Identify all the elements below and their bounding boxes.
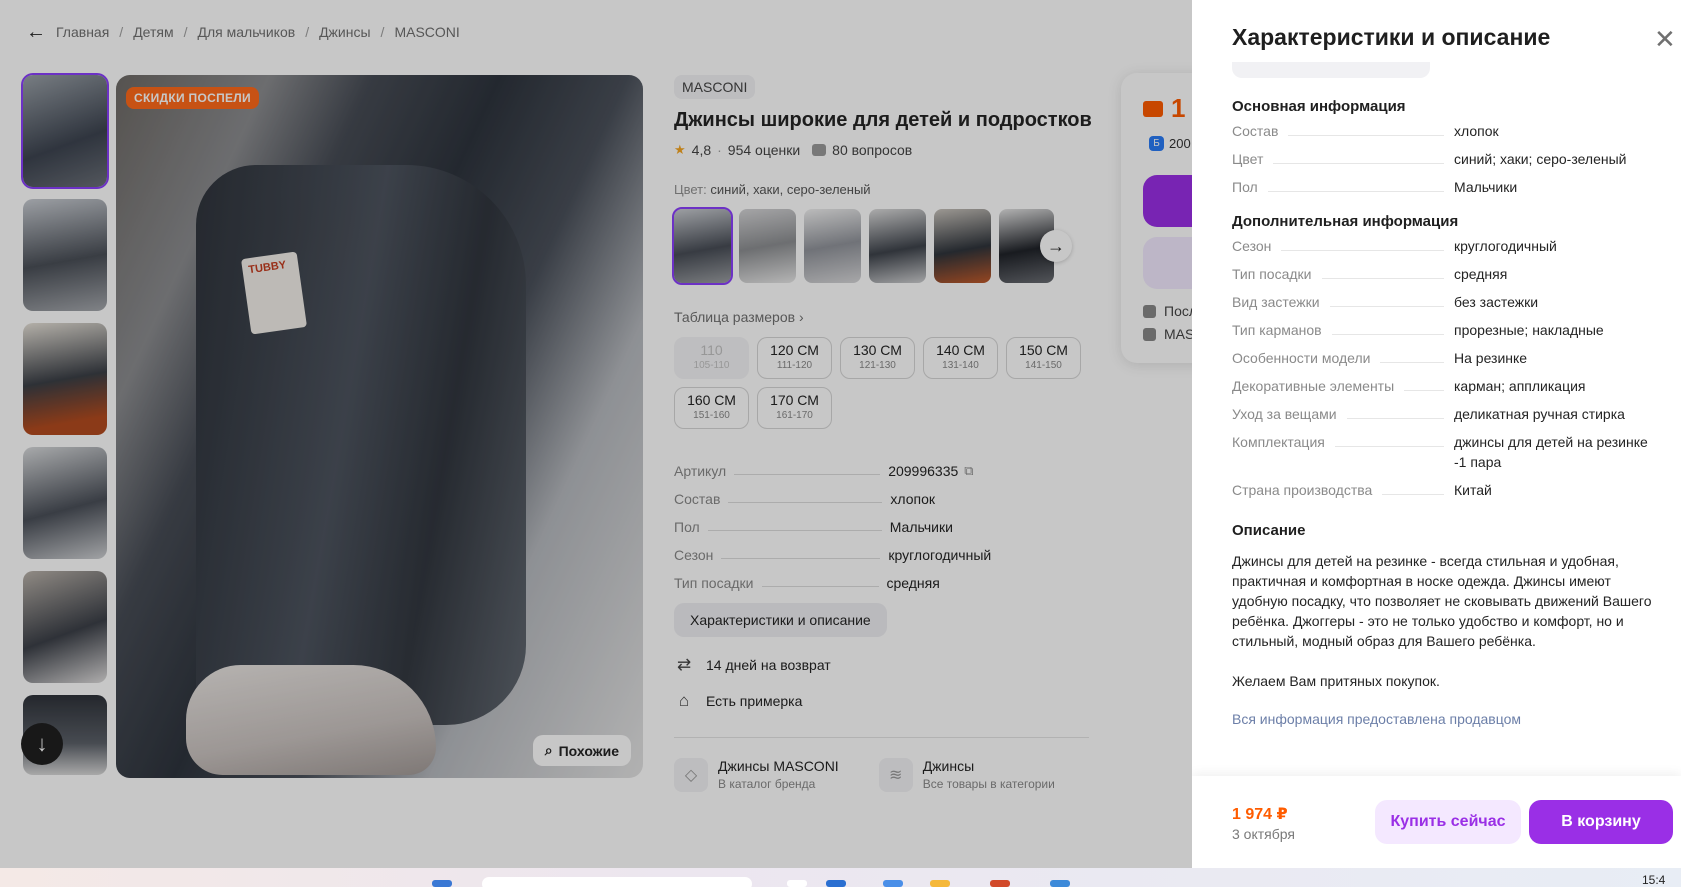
spec-key: Сезон xyxy=(1232,238,1272,254)
spec-value: На резинке xyxy=(1454,350,1528,366)
sheet-title: Характеристики и описание xyxy=(1232,24,1551,50)
spec-row: Цвет синий; хаки; серо-зеленый xyxy=(1232,149,1662,169)
spec-row: Декоративные элементы карман; аппликация xyxy=(1232,376,1662,396)
section-title: Описание xyxy=(1232,522,1306,539)
spec-value: синий; хаки; серо-зеленый xyxy=(1454,151,1627,167)
sheet-body: Основная информация Состав хлопок Цвет син… xyxy=(1232,98,1662,727)
spec-value: прорезные; накладные xyxy=(1454,322,1604,338)
leader-line xyxy=(1329,306,1444,307)
description-paragraph: Желаем Вам притяных покупок. xyxy=(1232,673,1440,689)
taskbar-app-icon[interactable] xyxy=(432,880,452,887)
spec-key: Уход за вещами xyxy=(1232,406,1337,422)
spec-value: хлопок xyxy=(1454,123,1499,139)
spec-key: Особенности модели xyxy=(1232,350,1371,366)
taskbar-app-icon[interactable] xyxy=(1050,880,1070,887)
taskbar-app-icon[interactable] xyxy=(787,880,807,887)
spec-row: Пол Мальчики xyxy=(1232,177,1662,197)
spec-key: Тип посадки xyxy=(1232,266,1312,282)
leader-line xyxy=(1273,163,1444,164)
leader-line xyxy=(1404,390,1444,391)
add-to-cart-button[interactable]: В корзину xyxy=(1529,800,1673,844)
leader-line xyxy=(1331,334,1444,335)
sheet-footer: 1 974 ₽ 3 октября Купить сейчас В корзин… xyxy=(1192,776,1681,868)
leader-line xyxy=(1346,418,1444,419)
spec-row: Уход за вещами деликатная ручная стирка xyxy=(1232,404,1662,424)
spec-row: Особенности модели На резинке xyxy=(1232,348,1662,368)
leader-line xyxy=(1288,135,1444,136)
spec-key: Цвет xyxy=(1232,151,1264,167)
section-title: Основная информация xyxy=(1232,98,1406,115)
spec-value: средняя xyxy=(1454,266,1508,282)
spec-key: Вид застежки xyxy=(1232,294,1320,310)
spec-row: Тип посадки средняя xyxy=(1232,264,1662,284)
scrolled-tab-stub xyxy=(1232,62,1430,78)
leader-line xyxy=(1321,278,1444,279)
spec-value: джинсы для детей на резинке -1 пара xyxy=(1454,434,1648,470)
taskbar-app-icon[interactable] xyxy=(990,880,1010,887)
spec-key: Состав xyxy=(1232,123,1279,139)
spec-row: Страна производства Китай xyxy=(1232,480,1662,500)
section-title: Дополнительная информация xyxy=(1232,213,1459,230)
taskbar-app-icon[interactable] xyxy=(883,880,903,887)
spec-key: Тип карманов xyxy=(1232,322,1322,338)
description-paragraph: Джинсы для детей на резинке - всегда сти… xyxy=(1232,553,1652,649)
spec-key: Декоративные элементы xyxy=(1232,378,1395,394)
spec-value: карман; аппликация xyxy=(1454,378,1586,394)
spec-row: Сезон круглогодичный xyxy=(1232,236,1662,256)
spec-value: деликатная ручная стирка xyxy=(1454,406,1625,422)
spec-key: Страна производства xyxy=(1232,482,1373,498)
spec-value: круглогодичный xyxy=(1454,238,1557,254)
spec-value: Мальчики xyxy=(1454,179,1518,195)
leader-line xyxy=(1380,362,1444,363)
taskbar-app-icon[interactable] xyxy=(930,880,950,887)
taskbar-search[interactable] xyxy=(482,877,752,887)
spec-key: Комплектация xyxy=(1232,434,1325,450)
spec-row: Состав хлопок xyxy=(1232,121,1662,141)
product-page: ← Главная / Детям / Для мальчиков / Джин… xyxy=(0,0,1681,868)
leader-line xyxy=(1281,250,1444,251)
os-taskbar: 15:4 xyxy=(0,868,1681,887)
characteristics-sheet: Характеристики и описание ✕ Основная инф… xyxy=(1192,0,1681,868)
footer-price: 1 974 ₽ xyxy=(1232,806,1288,823)
clock: 15:4 xyxy=(1642,873,1666,887)
leader-line xyxy=(1334,446,1444,447)
spec-value: без застежки xyxy=(1454,294,1539,310)
spec-row: Вид застежки без застежки xyxy=(1232,292,1662,312)
close-icon[interactable]: ✕ xyxy=(1654,26,1676,52)
buy-now-button[interactable]: Купить сейчас xyxy=(1375,800,1521,844)
spec-row: Тип карманов прорезные; накладные xyxy=(1232,320,1662,340)
leader-line xyxy=(1267,191,1444,192)
spec-value: Китай xyxy=(1454,482,1492,498)
delivery-date: 3 октября xyxy=(1232,826,1295,842)
leader-line xyxy=(1382,494,1444,495)
spec-row: Комплектация джинсы для детей на резинке … xyxy=(1232,432,1662,472)
spec-key: Пол xyxy=(1232,179,1258,195)
description: Джинсы для детей на резинке - всегда сти… xyxy=(1232,551,1662,691)
taskbar-app-icon[interactable] xyxy=(826,880,846,887)
source-note: Вся информация предоставлена продавцом xyxy=(1232,711,1522,727)
